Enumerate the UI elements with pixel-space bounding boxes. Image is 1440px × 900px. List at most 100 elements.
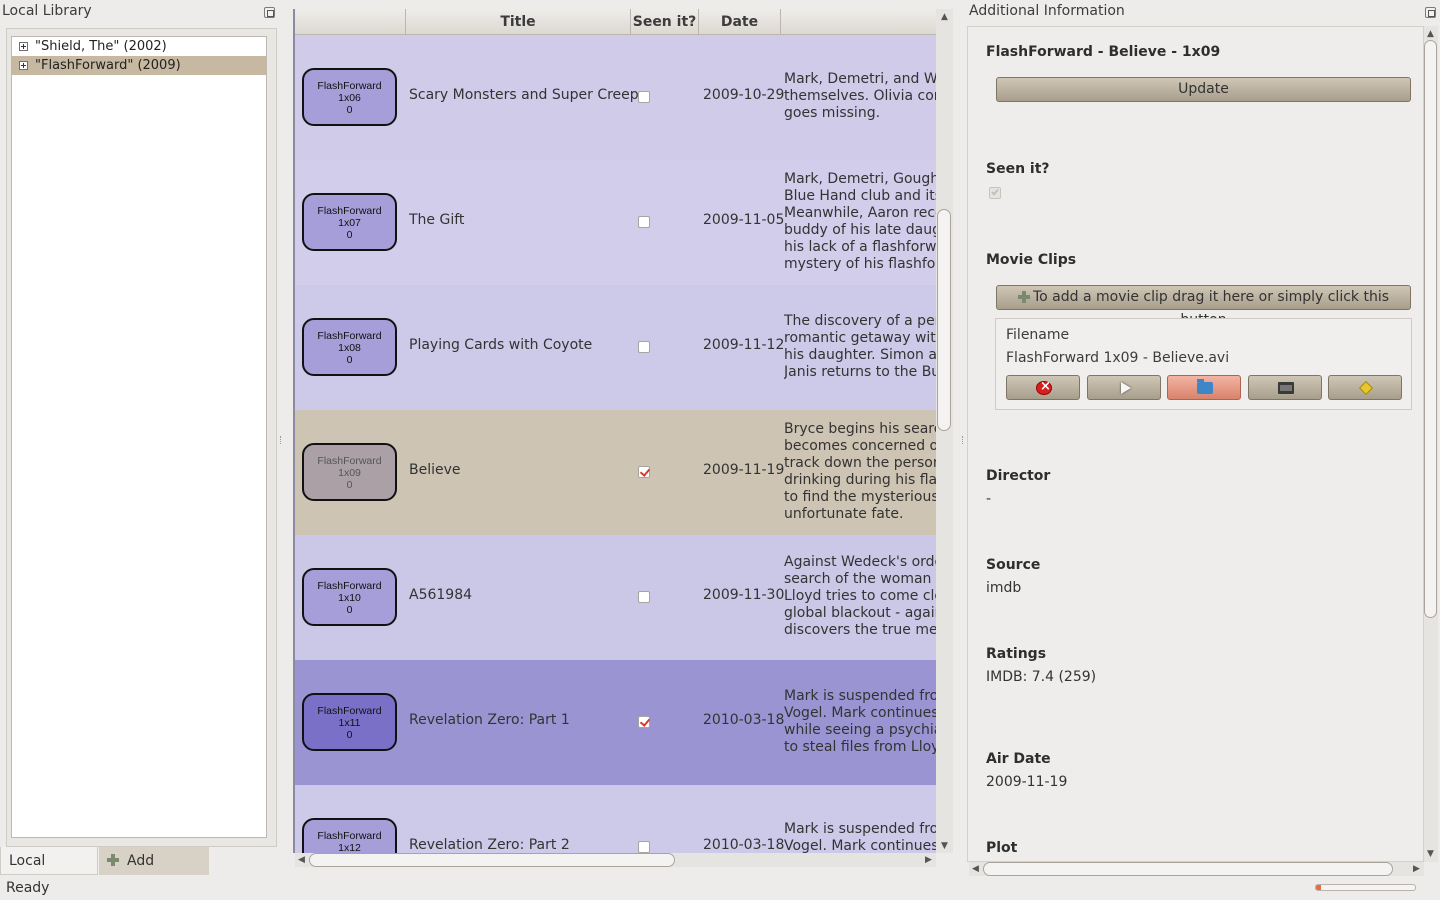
episode-date: 2009-11-30 — [703, 587, 785, 603]
episode-thumbnail[interactable]: FlashForward 1x11 0 — [302, 693, 397, 751]
thumbnail-line: FlashForward — [317, 80, 382, 92]
column-header-plot[interactable] — [781, 9, 936, 35]
airdate-value: 2009-11-19 — [986, 774, 1068, 790]
thumbnail-line: FlashForward — [317, 830, 382, 842]
tree-item-shield[interactable]: "Shield, The" (2002) — [12, 37, 266, 56]
episode-thumbnail[interactable]: FlashForward 1x09 0 — [302, 443, 397, 501]
update-button[interactable]: Update — [996, 77, 1411, 102]
episode-title: Believe — [409, 462, 461, 478]
episode-plot: Against Wedeck's order search of the wom… — [784, 554, 936, 638]
broom-icon — [1358, 380, 1374, 396]
pane-title: Local Library — [2, 3, 92, 19]
clip-properties-button[interactable] — [1248, 375, 1322, 400]
scroll-right-icon[interactable]: ▶ — [1413, 864, 1420, 874]
episode-thumbnail[interactable]: FlashForward 1x08 0 — [302, 318, 397, 376]
column-header-seen[interactable]: Seen it? — [631, 9, 699, 35]
episode-hscrollbar[interactable]: ◀ ▶ — [295, 853, 936, 867]
episode-title: Scary Monsters and Super Creeps — [409, 87, 646, 103]
episode-thumbnail[interactable]: FlashForward 1x10 0 — [302, 568, 397, 626]
seen-checkbox[interactable] — [638, 91, 650, 103]
thumbnail-line: FlashForward — [317, 580, 382, 592]
episode-vscrollbar[interactable]: ▲ ▼ — [936, 9, 953, 853]
column-header-title[interactable]: Title — [406, 9, 631, 35]
clean-clip-button[interactable] — [1328, 375, 1402, 400]
pane-title: Additional Information — [969, 3, 1125, 19]
episode-row[interactable]: FlashForward 1x09 0 Believe 2009-11-19 Bryce … — [295, 410, 936, 535]
info-hscrollbar[interactable]: ◀ ▶ — [969, 862, 1424, 876]
scroll-right-icon[interactable]: ▶ — [925, 855, 932, 865]
tab-local-library[interactable]: Local Library — [0, 847, 98, 897]
episode-date: 2009-11-19 — [703, 462, 785, 478]
episode-date: 2009-11-12 — [703, 337, 785, 353]
seen-checkbox[interactable] — [638, 591, 650, 603]
director-value: - — [986, 491, 992, 507]
float-pane-icon[interactable] — [1425, 7, 1436, 18]
thumbnail-line: 0 — [346, 479, 353, 491]
column-header-date[interactable]: Date — [699, 9, 781, 35]
local-library-pane: Local Library "Shield, The" (2002) "Flas… — [0, 0, 280, 897]
episode-plot: The discovery of a pers romantic getaway… — [784, 313, 936, 380]
seen-checkbox[interactable] — [638, 466, 650, 478]
library-tree[interactable]: "Shield, The" (2002) "FlashForward" (200… — [11, 36, 267, 838]
episode-row[interactable]: FlashForward1x120 Revelation Zero: Part 2… — [295, 785, 936, 853]
open-folder-button[interactable] — [1167, 375, 1241, 400]
tab-add-series[interactable]: Add Series — [99, 847, 209, 897]
tree-item-label: "Shield, The" (2002) — [35, 39, 167, 54]
airdate-heading: Air Date — [986, 751, 1051, 767]
tree-item-flashforward[interactable]: "FlashForward" (2009) — [12, 56, 266, 75]
float-pane-icon[interactable] — [264, 7, 275, 18]
thumbnail-line: 0 — [346, 104, 353, 116]
stop-icon — [1036, 379, 1052, 395]
episode-title: The Gift — [409, 212, 465, 228]
scroll-thumb[interactable] — [1424, 40, 1437, 618]
scroll-down-icon[interactable]: ▼ — [1427, 849, 1434, 859]
expand-icon[interactable] — [19, 42, 28, 51]
movie-clip-box: Filename FlashForward 1x09 - Believe.avi — [995, 318, 1412, 410]
clip-filename: FlashForward 1x09 - Believe.avi — [1006, 350, 1230, 366]
scroll-up-icon[interactable]: ▲ — [1427, 29, 1434, 39]
column-header-thumb[interactable] — [295, 9, 406, 35]
thumbnail-line: FlashForward — [317, 455, 382, 467]
episode-date: 2010-03-18 — [703, 712, 785, 728]
episode-date: 2009-10-29 — [703, 87, 785, 103]
episode-thumbnail[interactable]: FlashForward 1x07 0 — [302, 193, 397, 251]
remove-clip-button[interactable] — [1006, 375, 1080, 400]
episode-row[interactable]: FlashForward 1x07 0 The Gift 2009-11-05 Mark,… — [295, 160, 936, 285]
expand-icon[interactable] — [19, 61, 28, 70]
episode-plot: Mark, Demetri, Gough a Blue Hand club an… — [784, 171, 936, 272]
scroll-left-icon[interactable]: ◀ — [298, 855, 305, 865]
hscroll-thumb[interactable] — [983, 862, 1393, 876]
thumbnail-line: FlashForward — [317, 205, 382, 217]
plus-icon — [107, 854, 119, 866]
episode-thumbnail[interactable]: FlashForward 1x06 0 — [302, 68, 397, 126]
scroll-up-icon[interactable]: ▲ — [941, 12, 948, 22]
seen-checkbox[interactable] — [638, 216, 650, 228]
episode-row[interactable]: FlashForward 1x08 0 Playing Cards with Coyo… — [295, 285, 936, 410]
ratings-value: IMDB: 7.4 (259) — [986, 669, 1097, 685]
splitter-handle[interactable] — [280, 436, 283, 444]
hscroll-thumb[interactable] — [309, 853, 675, 867]
seen-checkbox[interactable] — [989, 187, 1001, 199]
info-vscrollbar[interactable]: ▲ ▼ — [1424, 26, 1438, 862]
play-clip-button[interactable] — [1087, 375, 1161, 400]
seen-checkbox[interactable] — [638, 716, 650, 728]
tree-item-label: "FlashForward" (2009) — [35, 58, 181, 73]
episode-row[interactable]: FlashForward 1x11 0 Revelation Zero: Part 1… — [295, 660, 936, 785]
seen-checkbox[interactable] — [638, 841, 650, 853]
episode-list[interactable]: Title Seen it? Date FlashForward 1x06 0 Sca… — [293, 9, 936, 853]
episode-thumbnail[interactable]: FlashForward1x120 — [302, 818, 397, 853]
add-movie-clip-button[interactable]: To add a movie clip drag it here or simp… — [996, 285, 1411, 328]
seen-checkbox[interactable] — [638, 341, 650, 353]
scroll-left-icon[interactable]: ◀ — [972, 864, 979, 874]
source-heading: Source — [986, 557, 1041, 573]
episode-row[interactable]: FlashForward 1x10 0 A561984 2009-11-30 Agains… — [295, 535, 936, 660]
source-value: imdb — [986, 580, 1022, 596]
scroll-down-icon[interactable]: ▼ — [941, 841, 948, 851]
scroll-thumb[interactable] — [937, 209, 951, 431]
progress-fill — [1316, 885, 1321, 890]
episode-title: Revelation Zero: Part 1 — [409, 712, 570, 728]
thumbnail-line: 0 — [346, 729, 353, 741]
episode-title: Revelation Zero: Part 2 — [409, 837, 570, 853]
thumbnail-line: FlashForward — [317, 705, 382, 717]
episode-row[interactable]: FlashForward 1x06 0 Scary Monsters and Supe… — [295, 35, 936, 160]
